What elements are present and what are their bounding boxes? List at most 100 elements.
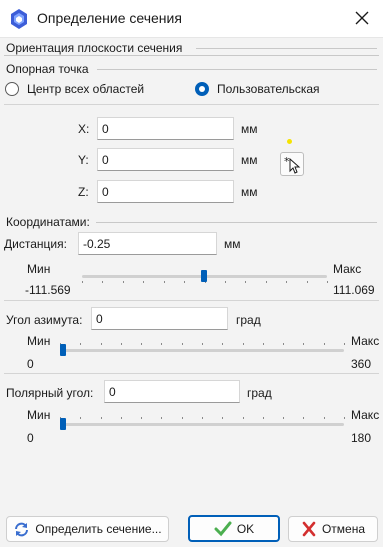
y-field[interactable] (97, 148, 234, 171)
slider-tick (283, 417, 284, 419)
azimuth-max-label: Макс (351, 334, 380, 348)
y-label: Y: (78, 153, 89, 167)
separator (4, 104, 379, 105)
cancel-x-icon (302, 521, 316, 537)
orientation-group-title: Ориентация плоскости сечения (6, 41, 183, 55)
y-unit: мм (241, 153, 258, 167)
slider-tick (243, 417, 244, 419)
distance-min-label: Мин (27, 262, 51, 276)
distance-unit: мм (224, 237, 241, 251)
slider-tick (303, 417, 304, 419)
slider-tick (102, 281, 103, 283)
pick-point-button[interactable]: * (280, 152, 304, 176)
distance-slider[interactable] (82, 268, 328, 284)
slider-tick (344, 417, 345, 419)
slider-tick (263, 417, 264, 419)
x-label: X: (78, 122, 90, 136)
radio-center-all[interactable] (5, 82, 19, 96)
azimuth-slider[interactable] (60, 342, 345, 358)
refresh-icon (15, 522, 29, 536)
slider-thumb[interactable] (60, 418, 66, 430)
z-label: Z: (78, 185, 89, 199)
group-line (4, 55, 379, 56)
azimuth-max-value: 360 (351, 357, 372, 371)
check-icon (214, 521, 232, 536)
ref-point-title: Опорная точка (6, 62, 89, 76)
polar-slider[interactable] (60, 416, 345, 432)
azimuth-unit: град (236, 313, 261, 327)
polar-unit: град (247, 386, 272, 400)
slider-tick (121, 417, 122, 419)
azimuth-min-label: Мин (27, 334, 51, 348)
slider-tick (245, 281, 246, 283)
slider-tick (266, 281, 267, 283)
z-unit: мм (241, 185, 258, 199)
slider-tick (164, 281, 165, 283)
slider-tick (101, 417, 102, 419)
slider-tick (283, 343, 284, 345)
slider-tick (161, 417, 162, 419)
slider-thumb[interactable] (60, 344, 66, 356)
slider-tick (225, 281, 226, 283)
polar-min-value: 0 (27, 431, 34, 445)
slider-tick (303, 343, 304, 345)
distance-min-value: -111.569 (25, 283, 71, 297)
window-title: Определение сечения (37, 10, 182, 26)
polar-field[interactable] (104, 380, 240, 403)
slider-tick (263, 343, 264, 345)
x-field[interactable] (97, 117, 234, 140)
define-section-button[interactable]: Определить сечение... (6, 516, 169, 542)
distance-field[interactable] (78, 232, 217, 255)
x-unit: мм (241, 122, 258, 136)
group-line (96, 222, 377, 223)
slider-thumb[interactable] (201, 270, 207, 282)
polar-max-label: Макс (351, 408, 380, 422)
azimuth-label: Угол азимута: (6, 313, 83, 327)
slider-tick (141, 417, 142, 419)
separator (4, 373, 379, 374)
radio-user-defined-label[interactable]: Пользовательская (217, 82, 320, 96)
slider-tick (327, 281, 328, 283)
slider-tick (202, 343, 203, 345)
polar-min-label: Мин (27, 408, 51, 422)
distance-max-value: 111.069 (333, 283, 375, 297)
polar-label: Полярный угол: (6, 386, 94, 400)
slider-tick (182, 343, 183, 345)
slider-tick (121, 343, 122, 345)
z-field[interactable] (97, 180, 234, 203)
slider-tick (202, 417, 203, 419)
slider-track (60, 423, 344, 426)
close-icon[interactable] (353, 9, 371, 27)
radio-user-defined[interactable] (195, 82, 209, 96)
slider-tick (184, 281, 185, 283)
slider-tick (143, 281, 144, 283)
group-line (97, 69, 377, 70)
azimuth-field[interactable] (91, 307, 228, 330)
define-section-label: Определить сечение... (35, 522, 162, 536)
cancel-label: Отмена (321, 522, 366, 536)
ok-button[interactable]: OK (188, 515, 280, 542)
slider-tick (80, 417, 81, 419)
slider-track (60, 349, 344, 352)
svg-text:*: * (284, 155, 290, 168)
cancel-button[interactable]: Отмена (288, 516, 378, 542)
separator (4, 300, 379, 301)
slider-tick (101, 343, 102, 345)
slider-tick (161, 343, 162, 345)
slider-tick (286, 281, 287, 283)
slider-tick (344, 343, 345, 345)
title-bar: Определение сечения (0, 0, 383, 38)
highlight-dot (287, 139, 292, 144)
ok-label: OK (236, 521, 255, 536)
slider-tick (182, 417, 183, 419)
slider-tick (324, 417, 325, 419)
slider-tick (222, 343, 223, 345)
slider-tick (80, 343, 81, 345)
slider-tick (222, 417, 223, 419)
pick-point-icon: * (284, 155, 301, 174)
distance-label: Дистанция: (4, 237, 67, 251)
by-coords-title: Координатами: (6, 215, 90, 229)
azimuth-min-value: 0 (27, 357, 34, 371)
radio-center-all-label[interactable]: Центр всех областей (27, 82, 144, 96)
slider-tick (307, 281, 308, 283)
